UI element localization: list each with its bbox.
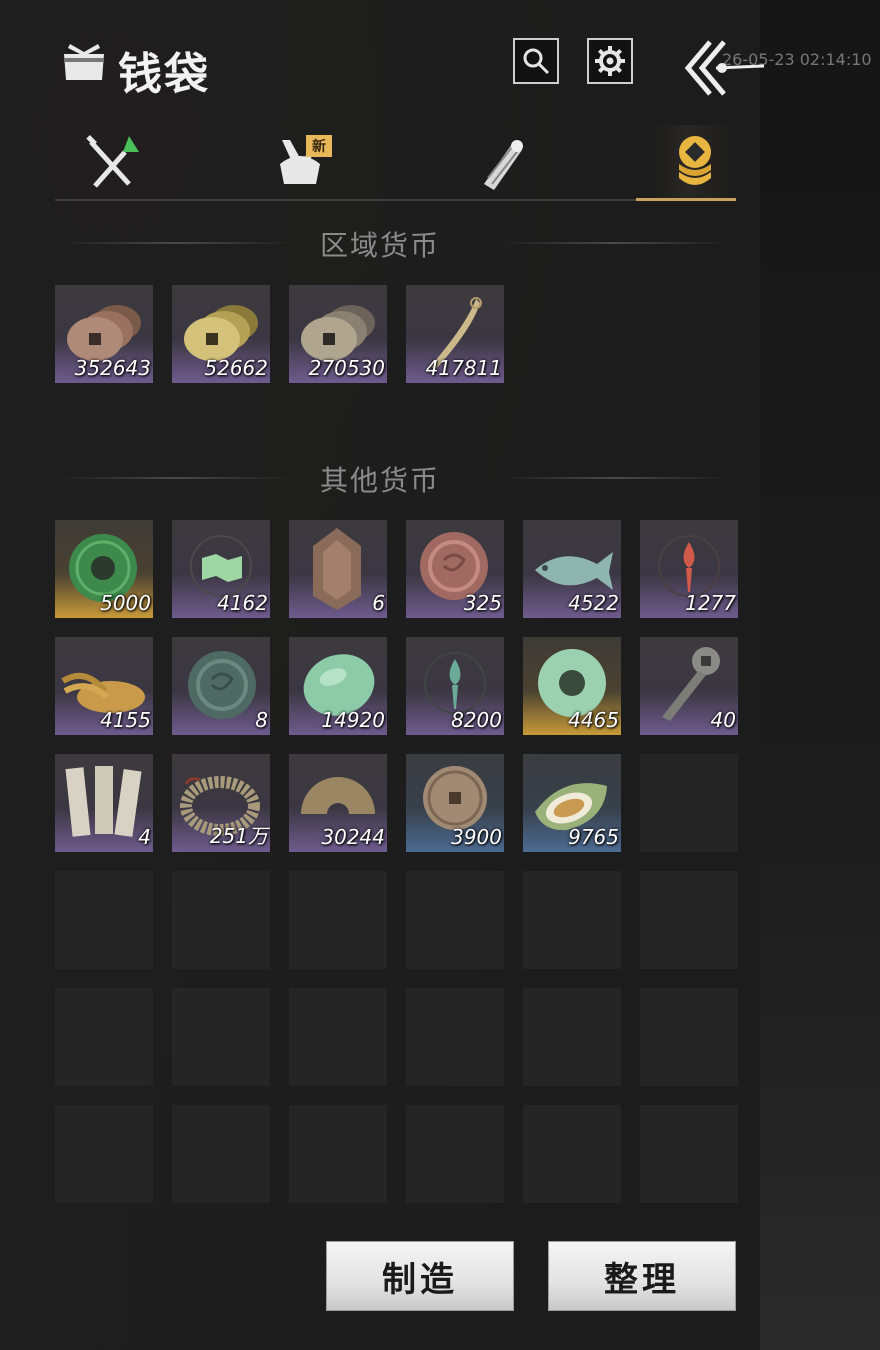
empty-slot (172, 871, 270, 969)
currency-slot[interactable]: 6 (289, 520, 387, 618)
gear-icon (595, 46, 625, 76)
currency-slot[interactable]: 8200 (406, 637, 504, 735)
search-button[interactable] (513, 38, 559, 84)
currency-slot[interactable]: 417811 (406, 285, 504, 383)
tab-scrolls[interactable] (460, 125, 540, 199)
tab-weapons[interactable] (75, 125, 155, 199)
empty-slot (172, 988, 270, 1086)
item-count: 8 (255, 708, 268, 732)
item-count: 4162 (217, 591, 268, 615)
item-count: 14920 (321, 708, 385, 732)
tab-currency[interactable] (655, 125, 735, 199)
active-tab-indicator (636, 198, 736, 201)
item-count: 352643 (74, 356, 151, 380)
currency-slot[interactable]: 4162 (172, 520, 270, 618)
section-title-regional: 区域货币 (319, 229, 440, 262)
item-count: 9765 (568, 825, 619, 849)
empty-slot (640, 1105, 738, 1203)
currency-slot[interactable]: 270530 (289, 285, 387, 383)
empty-slot (406, 988, 504, 1086)
currency-slot[interactable]: 4465 (523, 637, 621, 735)
empty-slot (55, 1105, 153, 1203)
empty-slot (289, 988, 387, 1086)
sort-button[interactable]: 整理 (548, 1241, 736, 1311)
back-arrow-icon[interactable] (680, 36, 770, 106)
scroll-icon (484, 140, 523, 190)
currency-slot[interactable]: 251万 (172, 754, 270, 852)
empty-slot (406, 1105, 504, 1203)
currency-slot[interactable]: 4522 (523, 520, 621, 618)
item-count: 1277 (685, 591, 736, 615)
item-count: 270530 (308, 356, 385, 380)
item-count: 5000 (100, 591, 151, 615)
empty-slot (640, 754, 738, 852)
item-count: 4 (138, 825, 151, 849)
background-scene (760, 0, 880, 1350)
crossed-swords-icon (86, 135, 139, 188)
currency-slot[interactable]: 14920 (289, 637, 387, 735)
currency-slot[interactable]: 30244 (289, 754, 387, 852)
item-count: 6 (372, 591, 385, 615)
item-count: 52662 (204, 356, 268, 380)
page-title: 钱袋 (118, 49, 210, 100)
currency-slot[interactable]: 8 (172, 637, 270, 735)
currency-slot[interactable]: 4155 (55, 637, 153, 735)
item-count: 40 (710, 708, 736, 732)
empty-slot (523, 988, 621, 1086)
header: 钱袋 26-05-23 02:14:10 (0, 20, 872, 110)
currency-slot[interactable]: 4 (55, 754, 153, 852)
empty-slot (55, 871, 153, 969)
empty-slot (640, 871, 738, 969)
empty-slot (289, 1105, 387, 1203)
tabs-divider (55, 199, 735, 201)
currency-slot[interactable]: 1277 (640, 520, 738, 618)
item-count: 4522 (568, 591, 619, 615)
empty-slot (523, 1105, 621, 1203)
category-tabs (55, 125, 735, 205)
currency-slot[interactable]: 3900 (406, 754, 504, 852)
currency-slot[interactable]: 352643 (55, 285, 153, 383)
empty-slot (289, 871, 387, 969)
empty-slot (523, 871, 621, 969)
settings-button[interactable] (587, 38, 633, 84)
empty-slot (640, 988, 738, 1086)
gold-coins-stack-icon (679, 136, 711, 185)
item-count: 8200 (451, 708, 502, 732)
item-count: 325 (463, 591, 502, 615)
craft-button[interactable]: 制造 (326, 1241, 514, 1311)
item-count: 417811 (425, 356, 502, 380)
empty-slot (172, 1105, 270, 1203)
search-icon (523, 48, 550, 75)
currency-slot[interactable]: 325 (406, 520, 504, 618)
currency-slot[interactable]: 52662 (172, 285, 270, 383)
item-count: 4155 (100, 708, 151, 732)
section-title-other: 其他货币 (319, 464, 440, 497)
empty-slot (55, 988, 153, 1086)
currency-slot[interactable]: 40 (640, 637, 738, 735)
item-count: 4465 (568, 708, 619, 732)
empty-slot (406, 871, 504, 969)
currency-slot[interactable]: 5000 (55, 520, 153, 618)
money-pouch-icon (64, 44, 104, 80)
item-count: 3900 (451, 825, 502, 849)
item-count: 251万 (209, 824, 268, 848)
new-badge: 新 (306, 135, 332, 157)
currency-slot[interactable]: 9765 (523, 754, 621, 852)
item-count: 30244 (321, 825, 385, 849)
